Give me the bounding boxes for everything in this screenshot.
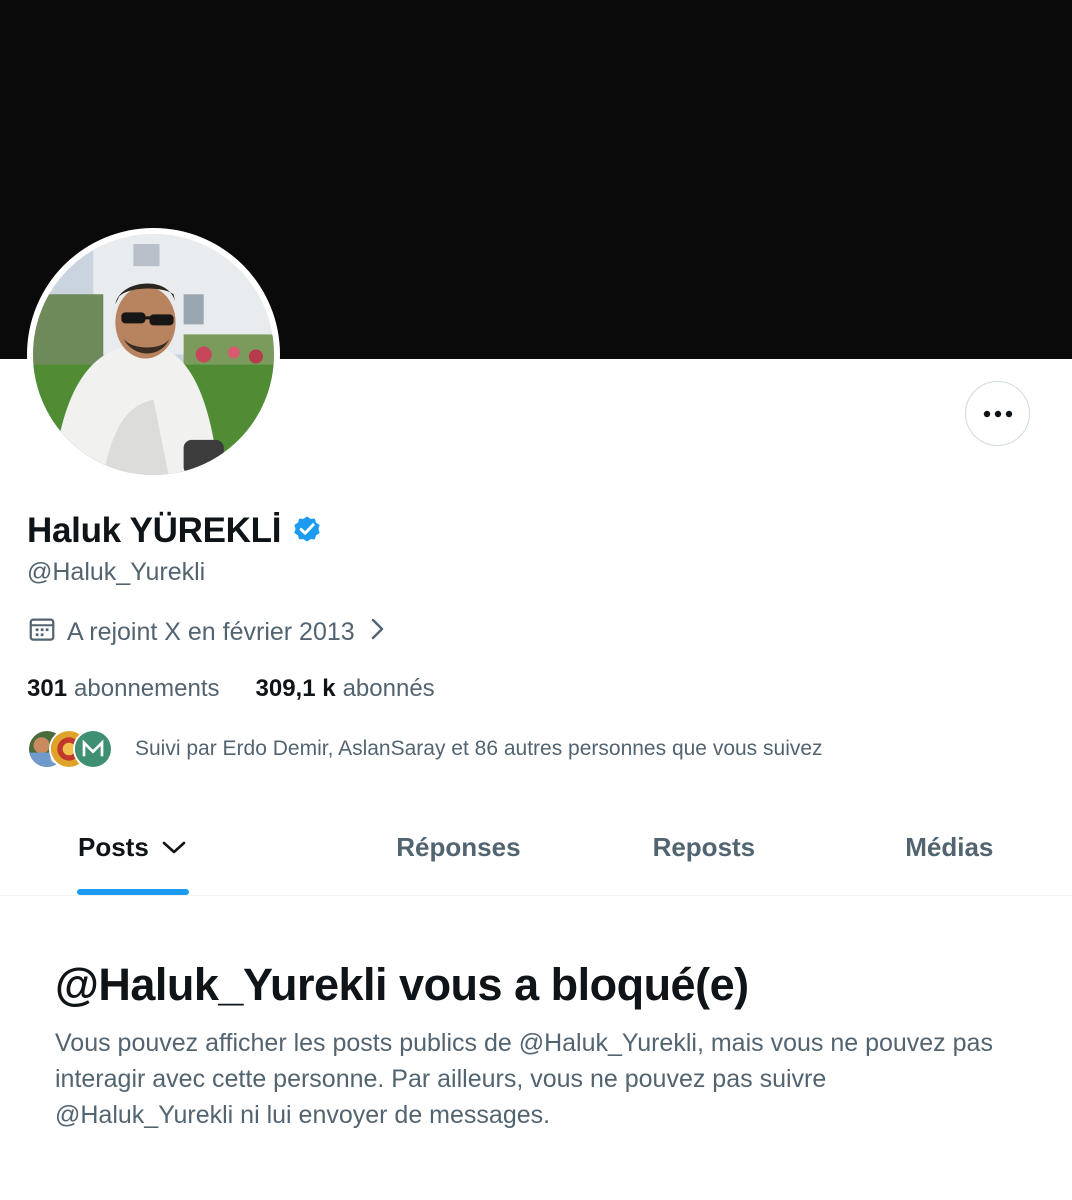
more-horizontal-icon: [983, 405, 1013, 423]
blocked-notice-title: @Haluk_Yurekli vous a bloqué(e): [55, 959, 749, 1010]
followers-link[interactable]: 309,1 k abonnés: [256, 675, 435, 703]
display-name-text: Haluk YÜREKLİ: [27, 511, 282, 550]
tab-media-label: Médias: [905, 832, 994, 862]
calendar-icon: [27, 614, 57, 651]
verified-badge-icon[interactable]: [291, 513, 323, 550]
tab-reposts[interactable]: Reposts: [581, 800, 826, 895]
followers-count: 309,1 k: [255, 675, 336, 702]
profile-tabs: Posts Réponses Reposts Médias: [0, 800, 1072, 896]
following-label: abonnements: [74, 675, 220, 702]
tab-replies[interactable]: Réponses: [336, 800, 581, 895]
following-link[interactable]: 301 abonnements: [27, 675, 220, 703]
following-count: 301: [27, 675, 68, 702]
follow-counts: 301 abonnements 309,1 k abonnés: [27, 672, 435, 706]
display-name: Haluk YÜREKLİ: [27, 508, 323, 554]
joined-date-text: A rejoint X en février 2013: [67, 617, 355, 646]
profile-avatar[interactable]: [27, 228, 280, 481]
blocked-notice: @Haluk_Yurekli vous a bloqué(e) Vous pou…: [55, 955, 1015, 1133]
followed-by-row[interactable]: Suivi par Erdo Demir, AslanSaray et 86 a…: [27, 728, 823, 770]
followers-label: abonnés: [342, 675, 435, 702]
tab-replies-label: Réponses: [396, 832, 521, 862]
tab-posts-label: Posts: [78, 832, 149, 862]
followed-by-text: Suivi par Erdo Demir, AslanSaray et 86 a…: [135, 737, 823, 760]
more-options-button[interactable]: [965, 381, 1030, 446]
avatar-photo: [33, 234, 274, 475]
avatar: [73, 729, 113, 769]
active-tab-indicator: [77, 889, 189, 895]
profile-handle: @Haluk_Yurekli: [27, 558, 206, 586]
tab-reposts-label: Reposts: [652, 832, 756, 862]
tab-media[interactable]: Médias: [827, 800, 1072, 895]
tab-posts[interactable]: Posts: [0, 800, 336, 895]
joined-date[interactable]: A rejoint X en février 2013: [27, 614, 389, 650]
blocked-notice-description: Vous pouvez afficher les posts publics d…: [55, 1029, 993, 1129]
chevron-right-icon: [365, 615, 389, 650]
chevron-down-icon[interactable]: [161, 839, 187, 857]
followers-you-know-avatars: [27, 728, 117, 770]
